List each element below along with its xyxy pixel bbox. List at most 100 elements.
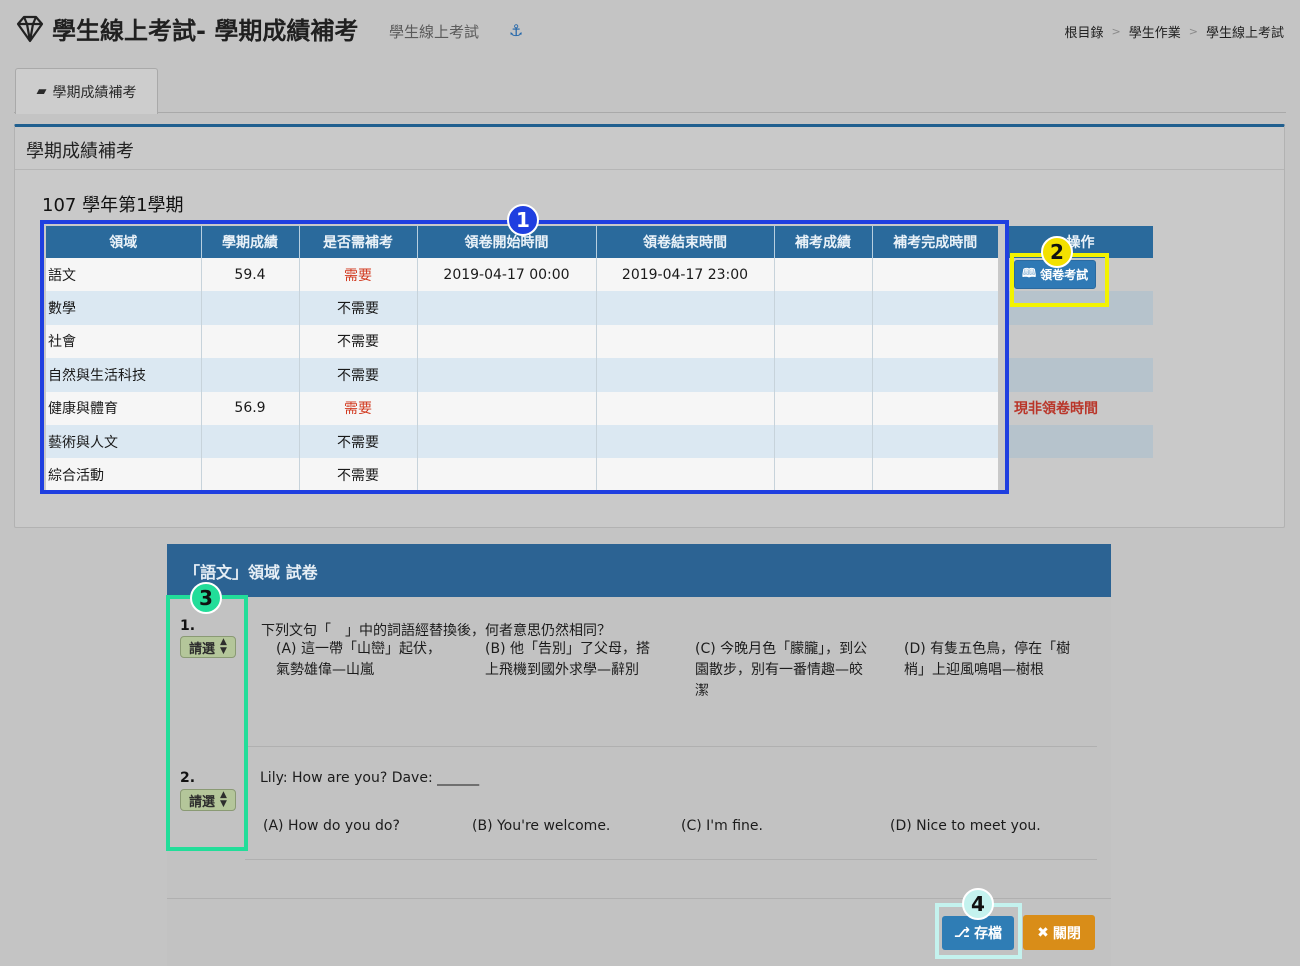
table-row: 自然與生活科技 不需要 xyxy=(46,358,1153,392)
question-text: Lily: How are you? Dave: ______ xyxy=(260,770,480,786)
answer-option: (C) I'm fine. xyxy=(681,818,763,834)
end-time-cell xyxy=(595,358,774,392)
subject-cell: 健康與體育 xyxy=(46,391,201,425)
subject-cell: 藝術與人文 xyxy=(46,424,201,459)
breadcrumb: 根目錄 > 學生作業 > 學生線上考試 xyxy=(1065,22,1284,41)
step-badge-2: 2 xyxy=(1041,236,1073,268)
action-cell xyxy=(998,424,1153,459)
question-number: 2. xyxy=(180,770,196,786)
column-header: 領域 xyxy=(46,226,201,258)
action-cell: 🕮 領卷考試 xyxy=(998,258,1153,292)
end-time-cell xyxy=(595,458,774,492)
makeup-score-cell xyxy=(773,391,872,425)
start-time-cell xyxy=(416,424,596,459)
table-row: 語文 59.4 需要 2019-04-17 00:00 2019-04-17 2… xyxy=(46,258,1153,292)
end-time-cell: 2019-04-17 23:00 xyxy=(595,258,774,292)
column-header: 是否需補考 xyxy=(298,226,417,258)
save-button-label: 存檔 xyxy=(974,926,1003,942)
question-divider xyxy=(245,859,1097,860)
diamond-icon xyxy=(16,15,44,43)
start-time-cell xyxy=(416,291,596,325)
grades-table: 領域 學期成績 是否需補考 領卷開始時間 領卷結束時間 補考成績 補考完成時間 … xyxy=(46,226,1153,492)
score-cell: 59.4 xyxy=(200,258,299,292)
take-exam-label: 領卷考試 xyxy=(1040,268,1089,283)
step-badge-4: 4 xyxy=(962,888,994,920)
answer-option: (C) 今晚月色「朦朧」，到公園散步，別有一番情趣—皎潔 xyxy=(695,641,868,699)
makeup-required-cell: 需要 xyxy=(298,258,417,292)
save-button[interactable]: ⎇ 存檔 xyxy=(942,916,1014,950)
question-text: 下列文句「 」中的詞語經替換後，何者意思仍然相同？ xyxy=(261,623,611,639)
end-time-cell xyxy=(595,324,774,359)
answer-select[interactable]: 請選 ▲ ▼ xyxy=(180,636,236,658)
column-header: 領卷開始時間 xyxy=(416,226,596,258)
score-cell xyxy=(200,358,299,392)
table-row: 社會 不需要 xyxy=(46,324,1153,359)
makeup-required-cell: 需要 xyxy=(298,391,417,425)
tab-makeup-exam[interactable]: ▰ 學期成績補考 xyxy=(15,68,158,114)
answer-option: (A) 這一帶「山巒」起伏，氣勢雄偉—山嵐 xyxy=(276,641,441,678)
table-row: 健康與體育 56.9 需要 現非領卷時間 xyxy=(46,391,1153,425)
anchor-icon[interactable]: ⚓ xyxy=(509,21,523,40)
semester-title: 107 學年第1學期 xyxy=(42,195,184,216)
makeup-required-cell: 不需要 xyxy=(298,324,417,359)
score-cell xyxy=(200,424,299,459)
table-row: 綜合活動 不需要 xyxy=(46,458,1153,492)
subject-cell: 自然與生活科技 xyxy=(46,358,201,392)
question-divider xyxy=(245,746,1097,747)
score-cell: 56.9 xyxy=(200,391,299,425)
column-header: 補考完成時間 xyxy=(871,226,1003,258)
score-cell xyxy=(200,291,299,325)
action-cell xyxy=(998,324,1153,359)
save-icon: ⎇ xyxy=(953,925,971,941)
page-subtitle: 學生線上考試 xyxy=(389,23,480,41)
answer-select-label: 請選 xyxy=(189,794,216,810)
end-time-cell xyxy=(595,291,774,325)
subject-cell: 社會 xyxy=(46,324,201,359)
makeup-required-cell: 不需要 xyxy=(298,458,417,492)
updown-arrow-icon: ▲ ▼ xyxy=(220,790,227,809)
column-header: 操作 xyxy=(998,226,1153,258)
table-row: 藝術與人文 不需要 xyxy=(46,424,1153,459)
breadcrumb-student-work[interactable]: 學生作業 xyxy=(1129,22,1181,41)
breadcrumb-separator: > xyxy=(1188,25,1198,38)
answer-option: (A) How do you do? xyxy=(263,818,400,834)
not-exam-time-notice: 現非領卷時間 xyxy=(998,391,1153,425)
start-time-cell xyxy=(416,358,596,392)
question-number: 1. xyxy=(180,618,196,634)
start-time-cell xyxy=(416,458,596,492)
action-cell xyxy=(998,458,1153,492)
completion-time-cell xyxy=(871,324,1003,359)
end-time-cell xyxy=(595,391,774,425)
panel-divider xyxy=(15,169,1284,170)
tab-bar-line xyxy=(14,112,1286,113)
step-badge-1: 1 xyxy=(507,204,539,236)
makeup-required-cell: 不需要 xyxy=(298,424,417,459)
makeup-score-cell xyxy=(773,258,872,292)
map-icon: 🕮 xyxy=(1022,266,1037,281)
breadcrumb-separator: > xyxy=(1111,25,1121,38)
answer-option: (D) Nice to meet you. xyxy=(890,818,1041,834)
breadcrumb-current[interactable]: 學生線上考試 xyxy=(1206,22,1284,41)
completion-time-cell xyxy=(871,391,1003,425)
completion-time-cell xyxy=(871,258,1003,292)
breadcrumb-root[interactable]: 根目錄 xyxy=(1065,22,1104,41)
column-header: 學期成績 xyxy=(200,226,299,258)
subject-cell: 數學 xyxy=(46,291,201,325)
subject-cell: 綜合活動 xyxy=(46,458,201,492)
makeup-required-cell: 不需要 xyxy=(298,291,417,325)
makeup-score-cell xyxy=(773,458,872,492)
score-cell xyxy=(200,324,299,359)
completion-time-cell xyxy=(871,424,1003,459)
end-time-cell xyxy=(595,424,774,459)
subject-cell: 語文 xyxy=(46,258,201,292)
close-icon: ✖ xyxy=(1037,924,1049,941)
page-header: 學生線上考試- 學期成績補考 學生線上考試 ⚓ 根目錄 > 學生作業 > 學生線… xyxy=(0,0,1300,60)
answer-option: (B) 他「告別」了父母，搭上飛機到國外求學—辭別 xyxy=(485,641,650,678)
step-badge-3: 3 xyxy=(190,582,222,614)
makeup-score-cell xyxy=(773,324,872,359)
close-button[interactable]: ✖ 關閉 xyxy=(1023,915,1095,950)
makeup-score-cell xyxy=(773,291,872,325)
start-time-cell: 2019-04-17 00:00 xyxy=(416,258,596,292)
answer-select[interactable]: 請選 ▲ ▼ xyxy=(180,789,236,811)
table-row: 數學 不需要 xyxy=(46,291,1153,325)
